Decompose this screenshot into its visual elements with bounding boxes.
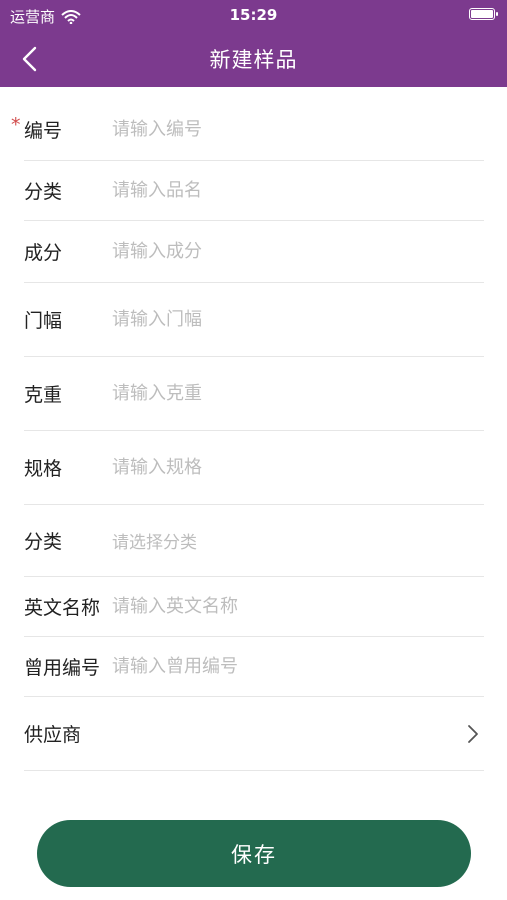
chevron-right-icon[interactable]: [466, 723, 480, 745]
required-mark: *: [11, 114, 21, 136]
save-button[interactable]: 保存: [37, 820, 471, 887]
partially-hidden-row: [40, 804, 340, 814]
field-row-spec: 规格: [24, 431, 484, 505]
former-code-input[interactable]: [112, 656, 484, 677]
status-time: 15:29: [229, 6, 278, 24]
battery-icon: [469, 8, 498, 20]
field-label-supplier: 供应商: [24, 724, 82, 746]
field-label-english-name: 英文名称: [24, 597, 101, 619]
field-label-composition: 成分: [24, 242, 63, 264]
field-label-category: 分类: [24, 181, 63, 203]
field-label-former-code: 曾用编号: [24, 657, 101, 679]
field-label-code: * 编号: [11, 114, 63, 142]
field-row-category-select[interactable]: 分类 请选择分类: [24, 505, 484, 577]
field-row-weight: 克重: [24, 357, 484, 431]
field-label-width: 门幅: [24, 310, 63, 332]
field-label-category-select: 分类: [24, 531, 63, 553]
product-name-input[interactable]: [112, 180, 484, 201]
field-row-code: * 编号: [11, 99, 484, 161]
composition-input[interactable]: [112, 241, 484, 262]
code-input[interactable]: [112, 119, 484, 140]
field-row-supplier[interactable]: 供应商: [24, 697, 484, 771]
field-row-former-code: 曾用编号: [24, 637, 484, 697]
field-row-width: 门幅: [24, 283, 484, 357]
english-name-input[interactable]: [112, 596, 484, 617]
field-label-spec: 规格: [24, 458, 63, 480]
page-title: 新建样品: [209, 48, 298, 72]
field-row-category: 分类: [24, 161, 484, 221]
field-label-weight: 克重: [24, 384, 63, 406]
width-input[interactable]: [112, 309, 484, 330]
weight-input[interactable]: [112, 383, 484, 404]
field-row-composition: 成分: [24, 221, 484, 283]
spec-input[interactable]: [112, 457, 484, 478]
field-row-english-name: 英文名称: [24, 577, 484, 637]
category-select[interactable]: 请选择分类: [112, 528, 484, 553]
status-bar: 运营商 15:29: [0, 0, 507, 30]
nav-bar: 新建样品: [0, 30, 507, 87]
